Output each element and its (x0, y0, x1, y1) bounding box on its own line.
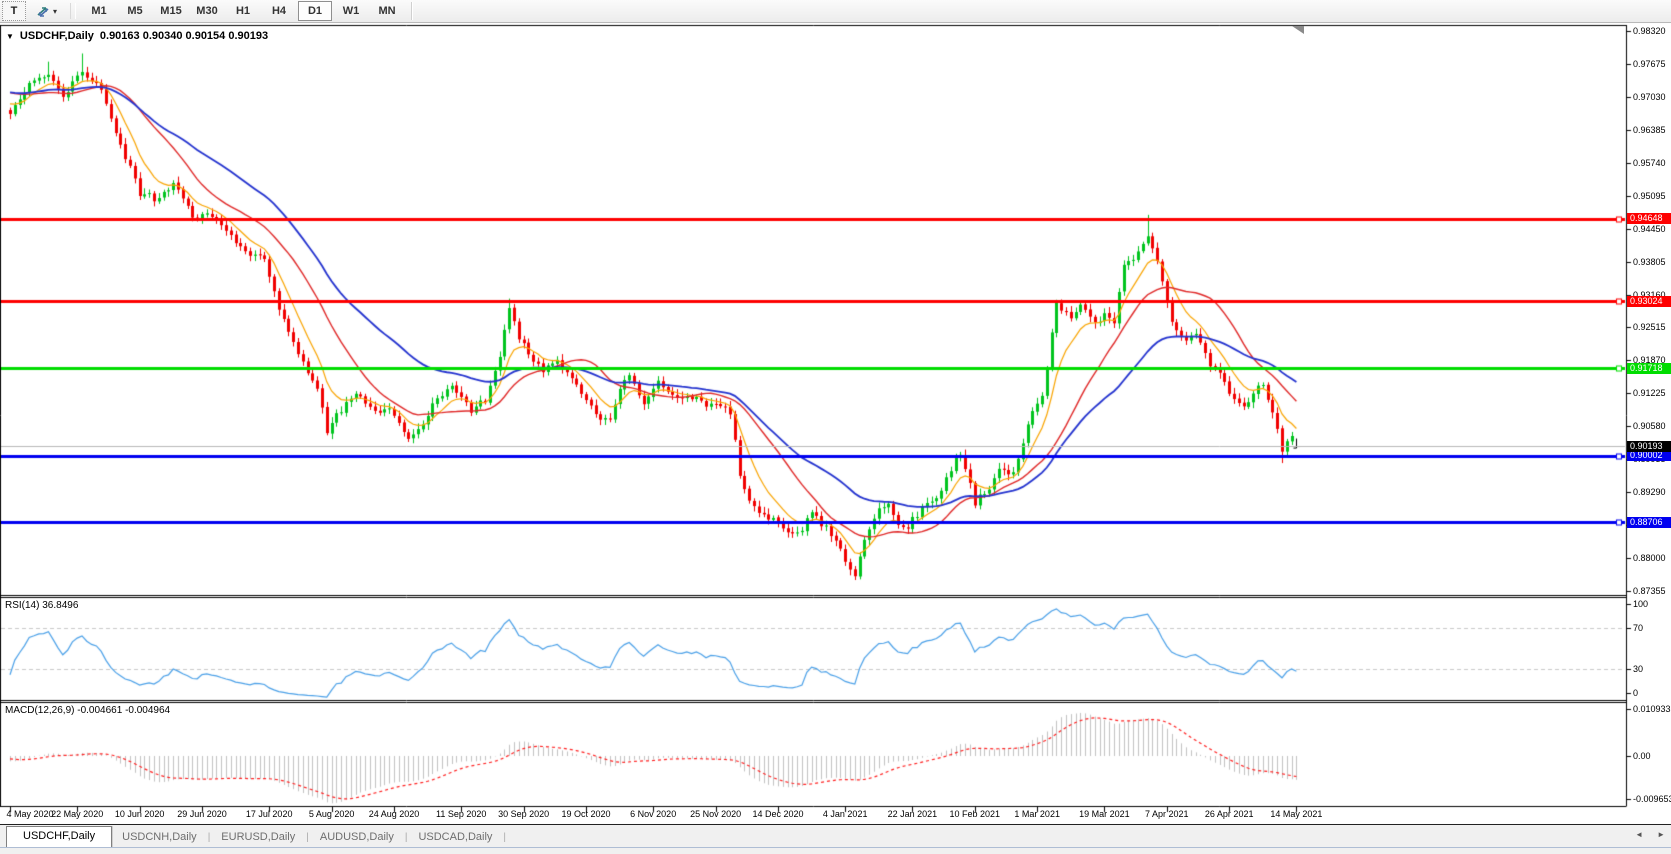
price-axis-tick: 0.89290 (1633, 487, 1666, 497)
price-axis-tick: 0.92515 (1633, 322, 1666, 332)
rsi-axis-tick: 70 (1633, 623, 1643, 633)
chart-tab-bar: USDCHF,DailyUSDCNH,Daily|EURUSD,Daily|AU… (0, 824, 1671, 847)
price-axis-tick: 0.98320 (1633, 26, 1666, 36)
macd-axis-tick: 0.010933 (1633, 704, 1671, 714)
tab-scroll-right-icon[interactable]: ► (1657, 830, 1665, 839)
timeframe-button-mn[interactable]: MN (370, 1, 404, 21)
tab-scroll-controls: ◄ ► (1635, 830, 1665, 839)
timeframe-button-h4[interactable]: H4 (262, 1, 296, 21)
date-axis-label: 29 Jun 2020 (177, 809, 227, 819)
current-price-badge: 0.90193 (1627, 441, 1671, 452)
hline-price-badge: 0.94648 (1627, 213, 1671, 224)
rsi-axis-tick: 100 (1633, 599, 1648, 609)
date-axis-label: 5 Aug 2020 (309, 809, 355, 819)
toolbar: T ▾ M1M5M15M30H1H4D1W1MN (0, 0, 1671, 23)
date-axis-label: 10 Jun 2020 (115, 809, 165, 819)
symbol-menu-icon[interactable]: ▼ (6, 32, 14, 41)
date-axis-label: 22 May 2020 (51, 809, 103, 819)
hline-price-badge: 0.93024 (1627, 296, 1671, 307)
date-axis-label: 6 Nov 2020 (630, 809, 676, 819)
chart-title: ▼ USDCHF,Daily 0.90163 0.90340 0.90154 0… (6, 30, 268, 42)
chart-tab-audusd[interactable]: AUDUSD,Daily (310, 828, 404, 847)
tab-separator: | (502, 832, 507, 847)
price-axis-tick: 0.91225 (1633, 388, 1666, 398)
date-axis-label: 1 Mar 2021 (1014, 809, 1060, 819)
date-axis-label: 19 Mar 2021 (1079, 809, 1130, 819)
chart-tabs: USDCHF,DailyUSDCNH,Daily|EURUSD,Daily|AU… (0, 826, 507, 847)
chart-tab-usdcad[interactable]: USDCAD,Daily (408, 828, 502, 847)
chart-symbol-label: USDCHF,Daily (20, 30, 94, 42)
chart-shift-marker-icon[interactable] (1292, 26, 1304, 34)
date-axis-label: 30 Sep 2020 (498, 809, 549, 819)
hline-price-badge: 0.91718 (1627, 363, 1671, 374)
rsi-axis-tick: 30 (1633, 664, 1643, 674)
timeframe-button-m30[interactable]: M30 (190, 1, 224, 21)
chart-tab-eurusd[interactable]: EURUSD,Daily (211, 828, 305, 847)
price-axis-tick: 0.90580 (1633, 421, 1666, 431)
hline-price-badge: 0.90002 (1627, 450, 1671, 461)
macd-axis-tick: 0.00 (1633, 751, 1651, 761)
price-axis-tick: 0.97675 (1633, 59, 1666, 69)
date-axis-label: 4 May 2020 (6, 809, 53, 819)
timeframe-button-m15[interactable]: M15 (154, 1, 188, 21)
price-axis-tick: 0.93805 (1633, 257, 1666, 267)
chart-tab-usdchf[interactable]: USDCHF,Daily (6, 826, 112, 847)
date-axis-label: 4 Jan 2021 (823, 809, 868, 819)
date-axis-label: 24 Aug 2020 (369, 809, 420, 819)
price-axis-tick: 0.96385 (1633, 125, 1666, 135)
chart-tab-usdcnh[interactable]: USDCNH,Daily (112, 828, 207, 847)
date-axis-label: 7 Apr 2021 (1145, 809, 1189, 819)
timeframe-group: M1M5M15M30H1H4D1W1MN (82, 1, 404, 21)
arrows-tool-button[interactable]: ▾ (28, 1, 64, 21)
hline-price-badge: 0.88706 (1627, 517, 1671, 528)
chart-ohlc-values: 0.90163 0.90340 0.90154 0.90193 (100, 30, 268, 42)
price-axis-tick: 0.88000 (1633, 553, 1666, 563)
timeframe-button-w1[interactable]: W1 (334, 1, 368, 21)
rsi-axis-tick: 0 (1633, 688, 1638, 698)
date-axis-label: 17 Jul 2020 (246, 809, 293, 819)
price-axis-tick: 0.97030 (1633, 92, 1666, 102)
timeframe-button-m1[interactable]: M1 (82, 1, 116, 21)
timeframe-button-d1[interactable]: D1 (298, 1, 332, 21)
macd-indicator-label: MACD(12,26,9) -0.004661 -0.004964 (5, 705, 170, 716)
price-axis-tick: 0.95740 (1633, 158, 1666, 168)
macd-axis-tick: -0.009653 (1633, 794, 1671, 804)
timeframe-button-h1[interactable]: H1 (226, 1, 260, 21)
date-axis-label: 11 Sep 2020 (436, 809, 486, 819)
rsi-indicator-label: RSI(14) 36.8496 (5, 600, 78, 611)
price-axis-tick: 0.94450 (1633, 224, 1666, 234)
arrows-icon (35, 5, 51, 18)
date-axis-label: 14 Dec 2020 (752, 809, 803, 819)
tab-scroll-left-icon[interactable]: ◄ (1635, 830, 1643, 839)
date-axis-label: 10 Feb 2021 (950, 809, 1001, 819)
date-axis-label: 26 Apr 2021 (1205, 809, 1254, 819)
date-axis-label: 25 Nov 2020 (690, 809, 741, 819)
toolbar-separator (411, 2, 413, 20)
toolbar-grip (70, 3, 76, 19)
dropdown-caret-icon: ▾ (53, 7, 57, 16)
timeframe-button-m5[interactable]: M5 (118, 1, 152, 21)
chart-overlay: ▼ USDCHF,Daily 0.90163 0.90340 0.90154 0… (0, 0, 1671, 853)
date-axis-label: 14 May 2021 (1270, 809, 1322, 819)
text-tool-button[interactable]: T (2, 1, 26, 21)
date-axis-label: 22 Jan 2021 (888, 809, 938, 819)
price-axis-tick: 0.95095 (1633, 191, 1666, 201)
price-axis-tick: 0.87355 (1633, 586, 1666, 596)
date-axis-label: 19 Oct 2020 (561, 809, 610, 819)
